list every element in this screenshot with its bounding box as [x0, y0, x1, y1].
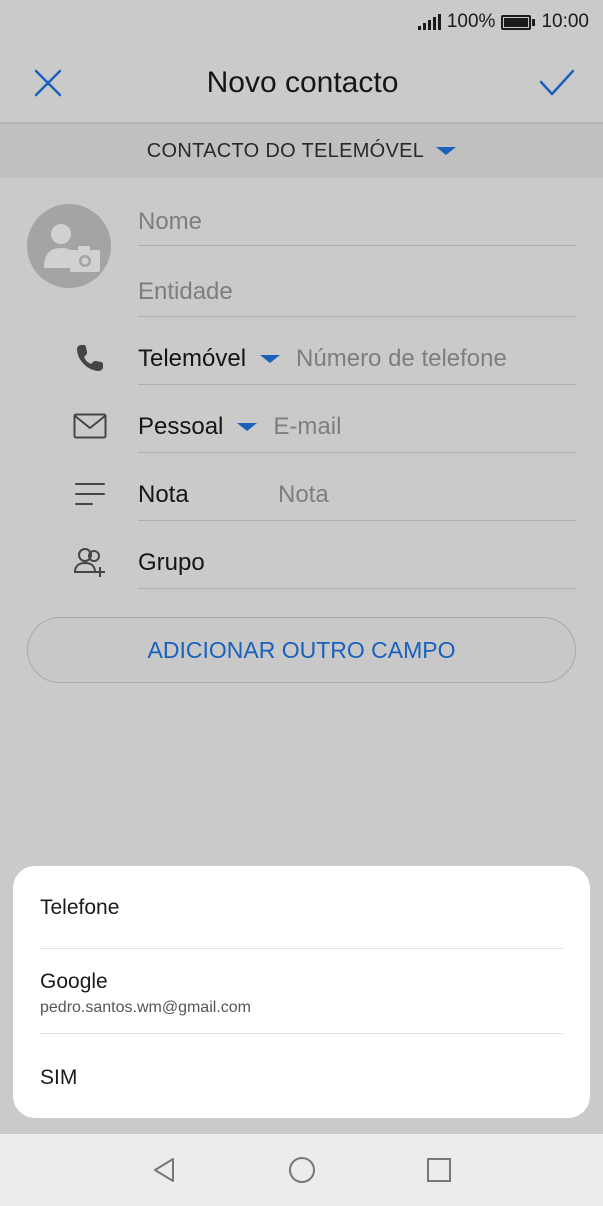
- account-option-label: SIM: [40, 1066, 78, 1089]
- divider: [40, 948, 563, 949]
- recents-icon[interactable]: [425, 1156, 453, 1184]
- account-option-email: pedro.santos.wm@gmail.com: [40, 999, 251, 1016]
- divider: [40, 1033, 563, 1034]
- account-option-telefone[interactable]: Telefone: [40, 896, 563, 920]
- back-icon[interactable]: [151, 1156, 179, 1184]
- account-option-google[interactable]: Google pedro.santos.wm@gmail.com: [40, 970, 563, 1017]
- account-option-label: Telefone: [40, 896, 120, 919]
- account-chooser-sheet: Telefone Google pedro.santos.wm@gmail.co…: [13, 866, 590, 1118]
- account-option-sim[interactable]: SIM: [40, 1066, 563, 1090]
- navigation-bar: [0, 1134, 603, 1206]
- home-icon[interactable]: [287, 1155, 317, 1185]
- account-option-label: Google: [40, 970, 108, 993]
